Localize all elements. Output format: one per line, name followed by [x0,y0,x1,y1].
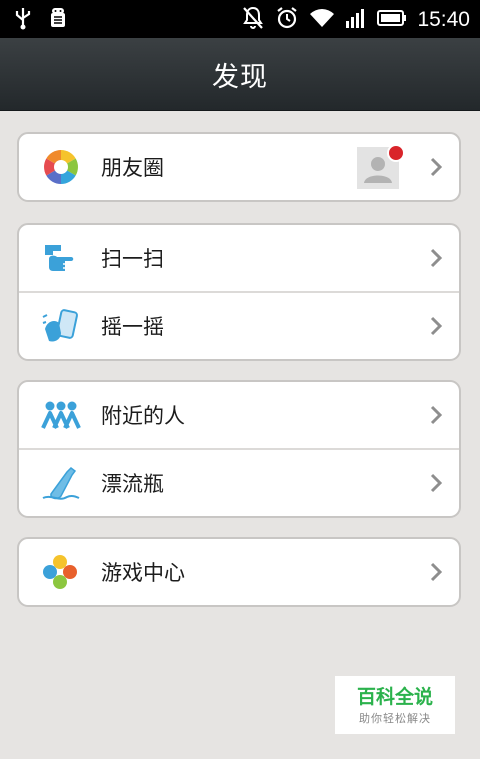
menu-item-label: 附近的人 [101,404,185,428]
drift-bottle-icon [41,464,81,502]
status-time: 15:40 [417,8,470,31]
menu-item-label: 游戏中心 [101,561,185,585]
android-debug-icon [46,6,70,34]
menu-group-games: 游戏中心 [17,537,461,607]
menu-item-scan[interactable]: 扫一扫 [19,225,459,291]
menu-group-scan-shake: 扫一扫 摇一摇 [17,223,461,361]
chevron-right-icon [429,156,443,178]
menu-item-label: 摇一摇 [101,315,164,339]
chevron-right-icon [429,404,443,426]
page-title: 发现 [212,61,268,93]
signal-icon [345,7,367,33]
watermark: 百科全说 助你轻松解决 [335,676,455,734]
status-bar: 15:40 [0,0,480,38]
menu-item-shake[interactable]: 摇一摇 [19,291,459,359]
menu-item-label: 漂流瓶 [101,472,164,496]
avatar [357,143,405,189]
wifi-icon [309,7,335,33]
chevron-right-icon [429,247,443,269]
menu-item-moments[interactable]: 朋友圈 [19,134,459,200]
menu-group-nearby-bottle: 附近的人 漂流瓶 [17,380,461,518]
menu-item-label: 朋友圈 [101,156,164,180]
muted-bell-icon [241,5,265,35]
moments-camera-icon [41,148,81,186]
shake-phone-icon [41,307,81,345]
battery-icon [377,8,407,32]
game-center-icon [41,553,81,591]
watermark-subtitle: 助你轻松解决 [359,712,431,725]
usb-icon [14,6,32,34]
menu-item-game-center[interactable]: 游戏中心 [19,539,459,605]
menu-item-nearby-people[interactable]: 附近的人 [19,382,459,448]
chevron-right-icon [429,472,443,494]
scan-hand-icon [41,239,81,277]
watermark-title: 百科全说 [356,686,433,708]
notification-dot [387,144,405,162]
chevron-right-icon [429,561,443,583]
menu-item-drift-bottle[interactable]: 漂流瓶 [19,448,459,516]
chevron-right-icon [429,315,443,337]
menu-item-label: 扫一扫 [101,247,164,271]
menu-group-moments: 朋友圈 [17,132,461,202]
nearby-people-icon [41,396,81,434]
alarm-icon [275,5,299,35]
title-bar: 发现 [0,38,480,111]
